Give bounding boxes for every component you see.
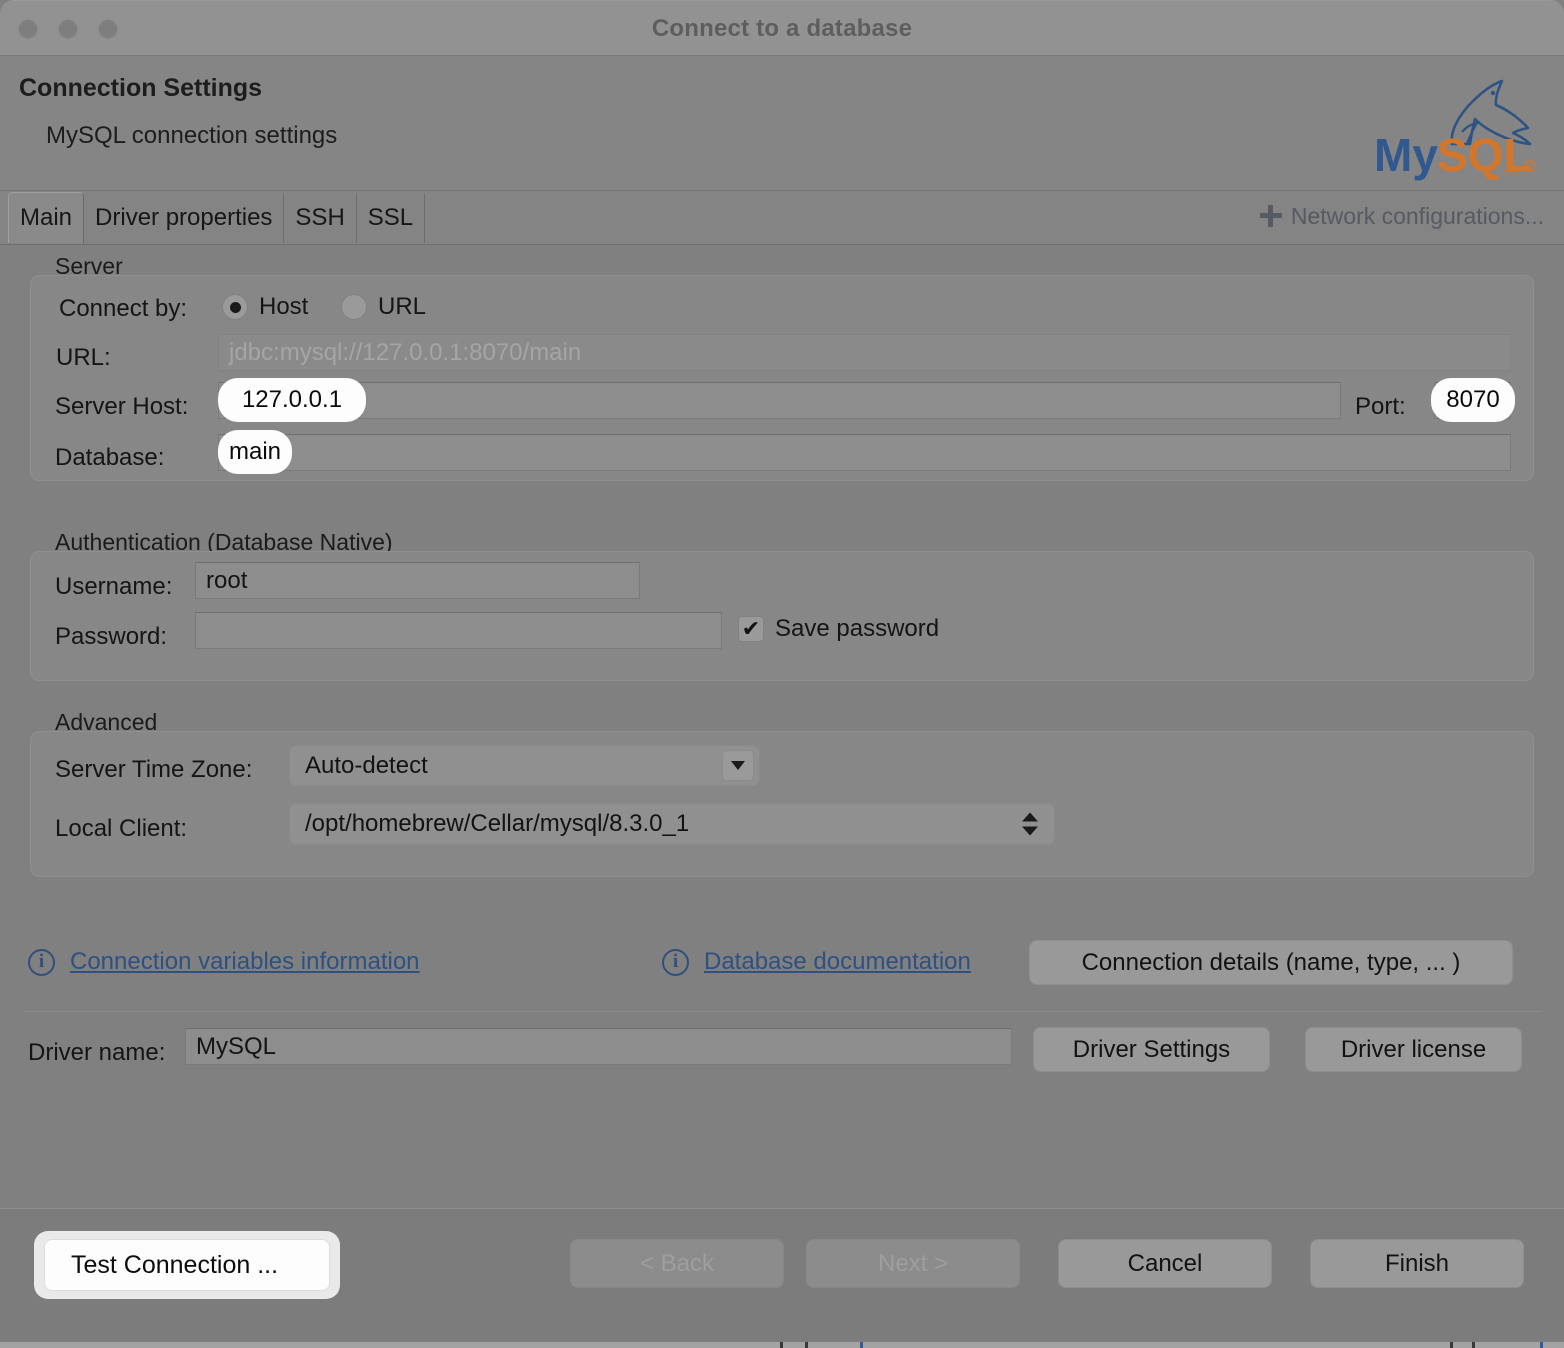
driver-section-divider	[24, 1011, 1540, 1012]
tab-main[interactable]: Main	[8, 192, 84, 243]
screen: Connect to a database Connection Setting…	[0, 0, 1564, 1348]
tab-ssl-label: SSL	[368, 204, 413, 232]
connection-variables-link-row[interactable]: i Connection variables information	[28, 948, 420, 976]
connect-by-label: Connect by:	[59, 295, 187, 323]
database-documentation-link-row[interactable]: i Database documentation	[662, 948, 971, 976]
connection-variables-link[interactable]: Connection variables information	[70, 948, 420, 976]
tab-driver-properties[interactable]: Driver properties	[84, 193, 284, 243]
save-password-label: Save password	[775, 615, 939, 643]
svg-text:R: R	[1527, 165, 1532, 172]
info-icon: i	[662, 949, 689, 976]
username-label: Username:	[55, 573, 172, 601]
radio-url-label: URL	[378, 293, 426, 321]
tab-ssh[interactable]: SSH	[284, 193, 356, 243]
server-host-value: 127.0.0.1	[218, 378, 366, 422]
mysql-logo-icon: My SQL R	[1332, 74, 1542, 184]
stepper-arrows-icon[interactable]	[1022, 813, 1038, 836]
page-title: Connection Settings	[19, 74, 262, 103]
driver-name-input[interactable]: MySQL	[185, 1028, 1012, 1065]
window-titlebar: Connect to a database	[0, 1, 1564, 56]
radio-url-icon	[341, 294, 367, 320]
window-title: Connect to a database	[0, 15, 1564, 43]
local-client-value: /opt/homebrew/Cellar/mysql/8.3.0_1	[305, 810, 689, 838]
cancel-button[interactable]: Cancel	[1058, 1239, 1272, 1288]
port-label: Port:	[1355, 393, 1406, 421]
local-client-label: Local Client:	[55, 815, 187, 843]
connect-to-database-dialog: Connect to a database Connection Setting…	[0, 0, 1564, 1342]
svg-text:SQL: SQL	[1437, 129, 1532, 181]
server-time-zone-value: Auto-detect	[305, 752, 428, 780]
tab-driver-properties-label: Driver properties	[95, 204, 272, 232]
svg-text:My: My	[1374, 129, 1438, 181]
url-input[interactable]: jdbc:mysql://127.0.0.1:8070/main	[218, 334, 1511, 371]
driver-name-label: Driver name:	[28, 1039, 165, 1067]
server-host-label: Server Host:	[55, 393, 188, 421]
server-time-zone-select[interactable]: Auto-detect	[289, 745, 760, 786]
tab-bar: Main Driver properties SSH SSL Network c…	[0, 191, 1564, 245]
local-client-select[interactable]: /opt/homebrew/Cellar/mysql/8.3.0_1	[289, 803, 1055, 845]
tab-main-label: Main	[20, 204, 72, 232]
network-configurations-button[interactable]: Network configurations...	[1260, 191, 1544, 241]
database-input[interactable]	[218, 434, 1511, 471]
dialog-header: Connection Settings MySQL connection set…	[0, 56, 1564, 191]
password-input[interactable]	[195, 612, 722, 649]
password-label: Password:	[55, 623, 167, 651]
dialog-body: Server Connect by: Host URL URL: jdbc:my…	[0, 245, 1564, 1208]
database-documentation-link[interactable]: Database documentation	[704, 948, 971, 976]
username-input[interactable]: root	[195, 562, 640, 599]
radio-host[interactable]: Host	[222, 293, 308, 321]
tab-list: Main Driver properties SSH SSL	[8, 193, 425, 243]
dialog-footer: Test Connection ... < Back Next > Cancel…	[0, 1208, 1564, 1342]
port-value: 8070	[1431, 378, 1515, 422]
radio-host-label: Host	[259, 293, 308, 321]
plus-icon	[1260, 205, 1282, 227]
radio-host-icon	[222, 294, 248, 320]
test-connection-button[interactable]: Test Connection ...	[44, 1239, 330, 1291]
next-button: Next >	[806, 1239, 1020, 1288]
server-time-zone-label: Server Time Zone:	[55, 756, 252, 784]
background-window-strip	[0, 1342, 1564, 1348]
driver-settings-button[interactable]: Driver Settings	[1033, 1027, 1270, 1072]
network-configurations-label: Network configurations...	[1291, 203, 1544, 230]
database-label: Database:	[55, 444, 164, 472]
radio-url[interactable]: URL	[341, 293, 426, 321]
database-value: main	[218, 430, 292, 474]
driver-license-button[interactable]: Driver license	[1305, 1027, 1522, 1072]
connection-details-button[interactable]: Connection details (name, type, ... )	[1029, 940, 1513, 985]
tab-ssh-label: SSH	[295, 204, 344, 232]
page-subtitle: MySQL connection settings	[46, 122, 337, 150]
save-password-checkbox[interactable]: ✔ Save password	[738, 615, 939, 643]
tab-ssl[interactable]: SSL	[357, 193, 425, 243]
chevron-down-icon[interactable]	[722, 750, 754, 781]
back-button: < Back	[570, 1239, 784, 1288]
checkmark-icon: ✔	[738, 616, 764, 642]
url-label: URL:	[56, 344, 111, 372]
server-host-input[interactable]	[218, 382, 1341, 419]
info-icon: i	[28, 949, 55, 976]
finish-button[interactable]: Finish	[1310, 1239, 1524, 1288]
